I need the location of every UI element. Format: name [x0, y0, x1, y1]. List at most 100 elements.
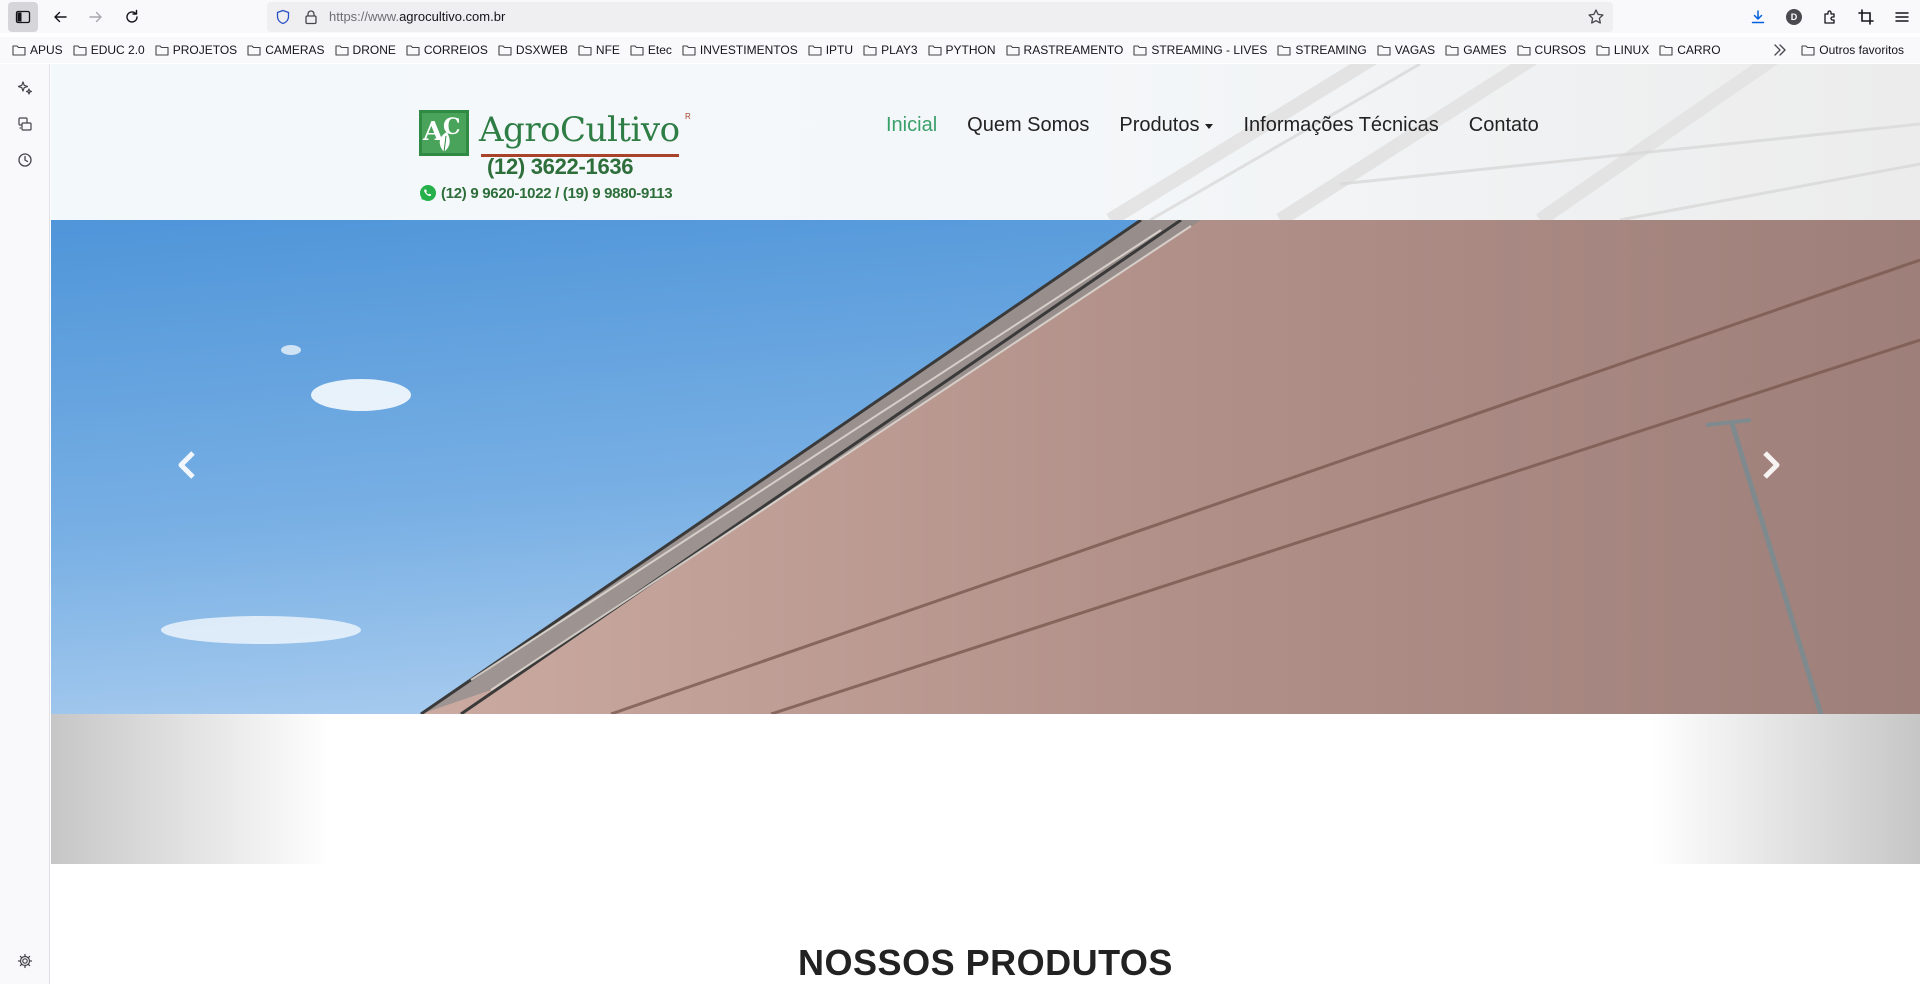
- carousel-next-button[interactable]: [1751, 445, 1791, 485]
- app-menu-button[interactable]: [1884, 2, 1920, 32]
- back-arrow-icon: [54, 11, 67, 23]
- folder-icon: [863, 45, 877, 56]
- reload-button[interactable]: [117, 2, 147, 32]
- history-icon: [18, 153, 32, 167]
- bookmarks-bar: APUS EDUC 2.0 PROJETOS CAMERAS DRONE CORREIOS…: [0, 37, 1920, 63]
- bookmark-label: VAGAS: [1394, 43, 1436, 57]
- extensions-icon: [1824, 10, 1835, 24]
- whatsapp-icon: [420, 185, 436, 201]
- carousel-prev-button[interactable]: [167, 445, 207, 485]
- other-bookmarks-folder[interactable]: Outros favoritos: [1801, 39, 1908, 61]
- sidebar-settings-button[interactable]: [14, 950, 36, 972]
- site-logo[interactable]: A C AgroCultivo R: [419, 110, 691, 160]
- star-icon[interactable]: [1587, 8, 1605, 26]
- bookmark-label: GAMES: [1463, 43, 1507, 57]
- folder-icon: [1377, 45, 1391, 56]
- ai-chatbot-button[interactable]: [14, 77, 36, 99]
- bookmark-label: PROJETOS: [172, 43, 238, 57]
- folder-icon: [1133, 45, 1147, 56]
- bookmark-folder[interactable]: RASTREAMENTO: [1005, 39, 1128, 61]
- settings-icon: [17, 953, 33, 969]
- bookmark-label: PYTHON: [945, 43, 996, 57]
- whatsapp-numbers: (12) 9 9620-1022 / (19) 9 9880-9113: [441, 184, 673, 202]
- profile-avatar: D: [1786, 9, 1802, 25]
- phone-number: (12) 3622-1636: [487, 154, 634, 179]
- bookmark-folder[interactable]: Etec: [630, 39, 676, 61]
- nav-inicial[interactable]: Inicial: [886, 114, 937, 137]
- chevron-left-icon: [178, 451, 195, 479]
- synced-tabs-icon: [18, 117, 32, 131]
- bookmark-folder[interactable]: CARRO: [1659, 39, 1724, 61]
- folder-icon: [155, 45, 169, 56]
- bookmark-folder[interactable]: CURSOS: [1516, 39, 1590, 61]
- bookmark-folder[interactable]: STREAMING: [1277, 39, 1370, 61]
- bookmark-label: CAMERAS: [265, 43, 325, 57]
- bookmark-folder[interactable]: PLAY3: [863, 39, 921, 61]
- folder-icon: [498, 45, 512, 56]
- folder-icon: [1596, 45, 1610, 56]
- bookmark-folder[interactable]: CORREIOS: [406, 39, 492, 61]
- bookmark-folder[interactable]: GAMES: [1445, 39, 1510, 61]
- bookmark-folder[interactable]: PYTHON: [927, 39, 1000, 61]
- bookmark-label: Etec: [647, 43, 672, 57]
- folder-icon: [578, 45, 592, 56]
- nav-produtos[interactable]: Produtos: [1119, 114, 1214, 137]
- caret-down-icon: [1205, 124, 1214, 129]
- chevron-right-icon: [1763, 451, 1780, 479]
- folder-icon: [406, 45, 420, 56]
- folder-icon: [808, 45, 822, 56]
- back-button[interactable]: [45, 2, 75, 32]
- folder-icon: [73, 45, 87, 56]
- downloads-button[interactable]: [1740, 2, 1776, 32]
- forward-button[interactable]: [81, 2, 111, 32]
- bookmark-folder[interactable]: DRONE: [334, 39, 400, 61]
- bookmark-folder[interactable]: INVESTIMENTOS: [682, 39, 802, 61]
- url-text[interactable]: https://www.agrocultivo.com.br: [329, 9, 505, 24]
- folder-icon: [1516, 45, 1531, 56]
- extensions-button[interactable]: [1812, 2, 1848, 32]
- bookmark-folder[interactable]: CAMERAS: [247, 39, 328, 61]
- bookmark-label: LINUX: [1613, 43, 1650, 57]
- folder-icon: [1005, 45, 1020, 56]
- bookmarks-overflow-button[interactable]: [1770, 40, 1790, 60]
- bookmark-folder[interactable]: LINUX: [1596, 39, 1653, 61]
- account-button[interactable]: D: [1776, 2, 1812, 32]
- bookmark-folder[interactable]: IPTU: [808, 39, 857, 61]
- bookmark-folder[interactable]: NFE: [578, 39, 624, 61]
- folder-icon: [682, 45, 696, 56]
- bookmark-folder[interactable]: DSXWEB: [498, 39, 572, 61]
- folder-icon: [1801, 45, 1815, 56]
- bookmark-label: Outros favoritos: [1819, 43, 1904, 57]
- reload-icon: [126, 9, 138, 23]
- nav-contato[interactable]: Contato: [1469, 114, 1539, 137]
- sidebar-toggle-button[interactable]: [8, 2, 38, 32]
- sidebar-icon: [15, 10, 31, 24]
- shield-icon[interactable]: [275, 9, 291, 25]
- carousel-bottom-band: [51, 714, 1920, 864]
- screenshot-button[interactable]: [1848, 2, 1884, 32]
- nav-quem-somos[interactable]: Quem Somos: [967, 114, 1089, 137]
- nav-informacoes-tecnicas[interactable]: Informações Técnicas: [1243, 114, 1438, 137]
- section-title-nossos-produtos: NOSSOS PRODUTOS: [798, 942, 1173, 983]
- bookmark-folder[interactable]: PROJETOS: [155, 39, 241, 61]
- url-bar[interactable]: https://www.agrocultivo.com.br: [267, 2, 1613, 32]
- forward-arrow-icon: [89, 11, 102, 23]
- bookmark-folder[interactable]: APUS: [12, 39, 67, 61]
- bookmark-label: DRONE: [352, 43, 396, 57]
- bookmark-label: CURSOS: [1534, 43, 1586, 57]
- bookmark-label: CARRO: [1677, 43, 1721, 57]
- download-icon: [1751, 10, 1765, 24]
- toolbar-right-buttons: D: [1740, 2, 1920, 32]
- history-button[interactable]: [14, 149, 36, 171]
- bookmark-folder[interactable]: EDUC 2.0: [73, 39, 149, 61]
- folder-icon: [630, 45, 644, 56]
- ai-sparkle-icon: [17, 81, 33, 95]
- nav-produtos-label: Produtos: [1119, 114, 1200, 136]
- crop-icon: [1858, 9, 1874, 25]
- synced-tabs-button[interactable]: [14, 113, 36, 135]
- lock-icon[interactable]: [303, 9, 319, 25]
- url-domain: agrocultivo.com.br: [399, 9, 506, 24]
- greenhouse-slide-image: [51, 220, 1920, 714]
- bookmark-folder[interactable]: STREAMING - LIVES: [1133, 39, 1271, 61]
- bookmark-folder[interactable]: VAGAS: [1377, 39, 1439, 61]
